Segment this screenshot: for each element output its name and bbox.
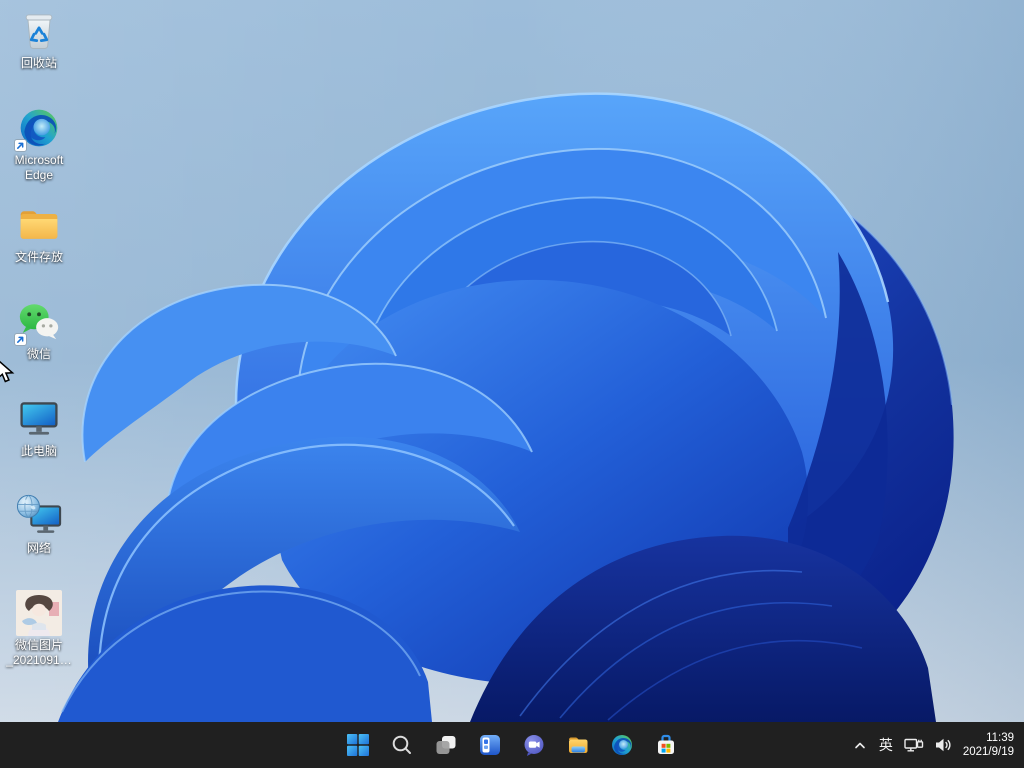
taskbar-center-buttons bbox=[336, 725, 688, 765]
edge-browser-icon bbox=[610, 733, 634, 757]
desktop-icon-label: 此电脑 bbox=[21, 444, 57, 459]
windows-start-icon bbox=[346, 733, 370, 757]
desktop-icon-network[interactable]: 网络 bbox=[1, 493, 77, 556]
search-button[interactable] bbox=[382, 725, 422, 765]
desktop-icon-wechat[interactable]: 微信 bbox=[1, 299, 77, 362]
chat-icon bbox=[522, 733, 546, 757]
ime-language-button[interactable]: 英 bbox=[873, 725, 899, 765]
network-status-button[interactable] bbox=[899, 725, 929, 765]
ime-language-label: 英 bbox=[879, 725, 893, 765]
speaker-volume-icon bbox=[933, 735, 953, 755]
task-view-button[interactable] bbox=[426, 725, 466, 765]
file-explorer-button[interactable] bbox=[558, 725, 598, 765]
desktop-icon-label: 微信 bbox=[27, 347, 51, 362]
desktop-icon-file-folder[interactable]: 文件存放 bbox=[1, 202, 77, 265]
desktop-icon-wechat-image-file[interactable]: 微信图片 _2021091… bbox=[1, 590, 77, 668]
network-icon bbox=[16, 493, 62, 539]
chevron-up-icon bbox=[852, 737, 868, 753]
wechat-icon bbox=[16, 299, 62, 345]
taskbar-tray: 英 11:39 20 bbox=[847, 725, 1022, 765]
windows-11-desktop: 回收站 Microsoft Edge 文件存放 bbox=[0, 0, 1024, 768]
edge-browser-button[interactable] bbox=[602, 725, 642, 765]
volume-button[interactable] bbox=[929, 725, 957, 765]
clock-time: 11:39 bbox=[963, 731, 1014, 745]
widgets-button[interactable] bbox=[470, 725, 510, 765]
desktop-icon-this-pc[interactable]: 此电脑 bbox=[1, 396, 77, 459]
desktop-icon-label: 文件存放 bbox=[15, 250, 63, 265]
mouse-cursor bbox=[0, 359, 17, 383]
taskbar-clock[interactable]: 11:39 2021/9/19 bbox=[957, 725, 1022, 765]
widgets-icon bbox=[478, 733, 502, 757]
desktop-icon-label: 网络 bbox=[27, 541, 51, 556]
image-file-icon bbox=[16, 590, 62, 636]
wallpaper-bloom bbox=[0, 0, 1024, 722]
clock-date: 2021/9/19 bbox=[963, 745, 1014, 759]
desktop-icon-label: 回收站 bbox=[21, 56, 57, 71]
tray-overflow-button[interactable] bbox=[847, 725, 873, 765]
shortcut-arrow-badge bbox=[14, 139, 27, 152]
desktop-icon-label: Microsoft Edge bbox=[15, 153, 64, 183]
search-icon bbox=[390, 733, 414, 757]
this-pc-icon bbox=[16, 396, 62, 442]
ethernet-network-icon bbox=[903, 735, 925, 755]
shortcut-arrow-badge bbox=[14, 333, 27, 346]
edge-icon bbox=[16, 105, 62, 151]
desktop-icon-microsoft-edge[interactable]: Microsoft Edge bbox=[1, 105, 77, 183]
file-explorer-icon bbox=[566, 733, 590, 757]
chat-button[interactable] bbox=[514, 725, 554, 765]
desktop-icon-recycle-bin[interactable]: 回收站 bbox=[1, 8, 77, 71]
folder-icon bbox=[16, 202, 62, 248]
task-view-icon bbox=[434, 733, 458, 757]
taskbar: 英 11:39 20 bbox=[0, 722, 1024, 768]
desktop-icon-label: 微信图片 _2021091… bbox=[6, 638, 71, 668]
recycle-bin-icon bbox=[16, 8, 62, 54]
microsoft-store-icon bbox=[654, 733, 678, 757]
microsoft-store-button[interactable] bbox=[646, 725, 686, 765]
start-button[interactable] bbox=[338, 725, 378, 765]
